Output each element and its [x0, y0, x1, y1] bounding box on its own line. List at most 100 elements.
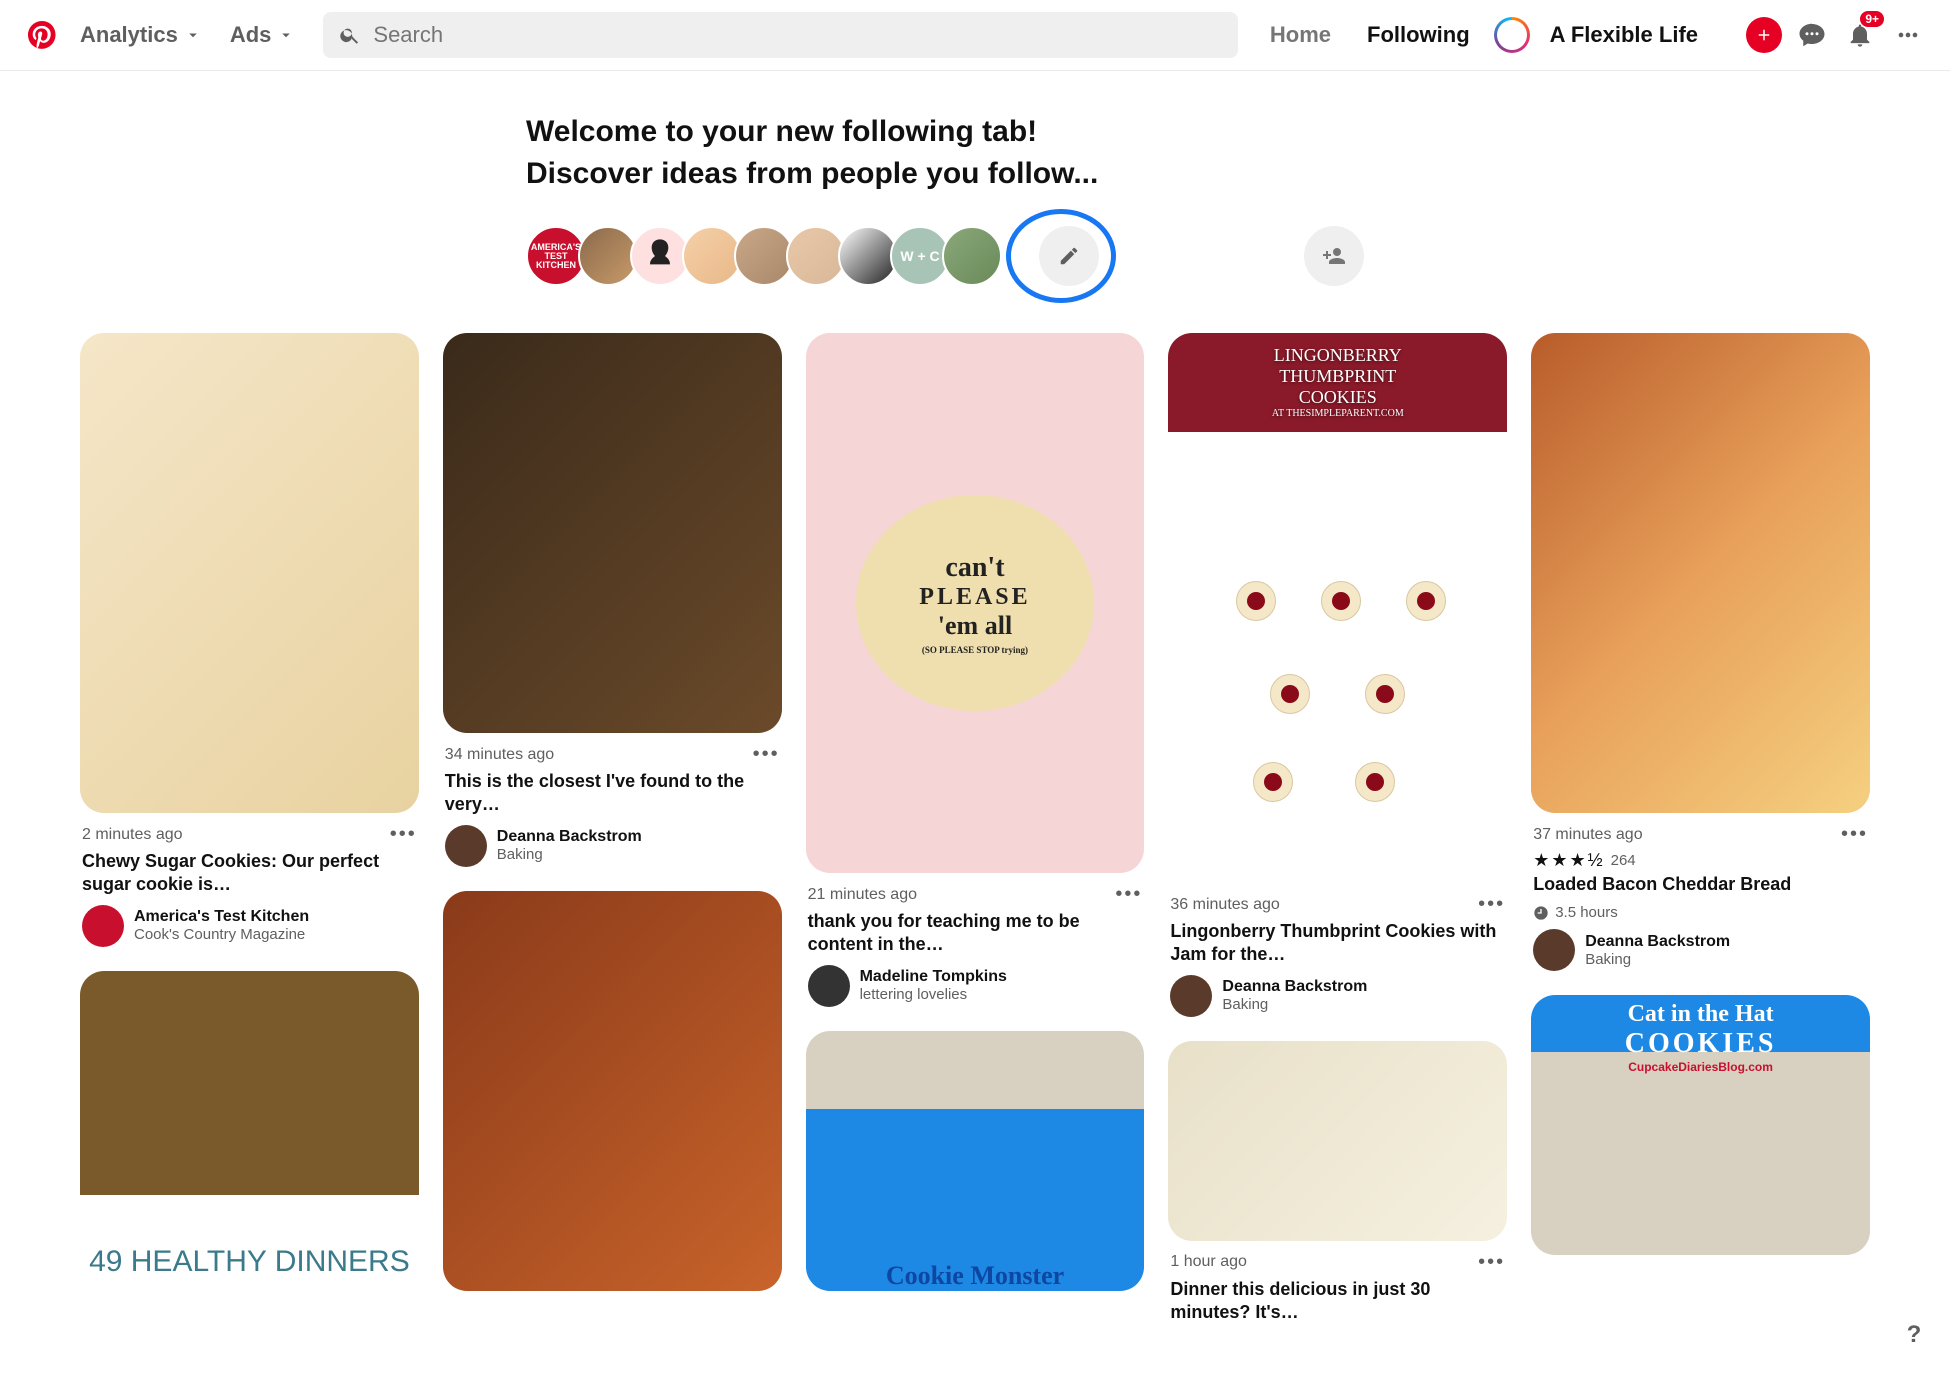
clock-icon: [1533, 905, 1549, 921]
top-header: Analytics Ads Home Following A Flexible …: [0, 0, 1950, 71]
followed-user-avatar[interactable]: AMERICA'S TEST KITCHEN: [526, 226, 586, 286]
following-avatars-row: AMERICA'S TEST KITCHEN W + C: [526, 209, 1424, 303]
help-button[interactable]: ?: [1894, 1315, 1934, 1355]
notification-badge: 9+: [1860, 11, 1884, 27]
pin-image: 49 HEALTHY DINNERS: [80, 971, 419, 1291]
followed-user-avatar[interactable]: [682, 226, 742, 286]
user-avatar[interactable]: [1494, 17, 1530, 53]
search-input[interactable]: [373, 22, 1222, 48]
edit-following-button[interactable]: [1039, 226, 1099, 286]
quote-line: can't: [945, 552, 1004, 584]
pin-image: can't PLEASE 'em all (SO PLEASE STOP try…: [806, 333, 1145, 873]
author-avatar: [82, 905, 124, 947]
pin-more-button[interactable]: •••: [1478, 1251, 1505, 1274]
pin-overlay-text: Cookie Monster: [806, 1261, 1145, 1291]
pin-image: [1531, 333, 1870, 813]
pin-author[interactable]: Madeline Tompkins lettering lovelies: [808, 965, 1145, 1007]
pin-overlay-text: COOKIES: [1180, 387, 1495, 408]
notifications-button[interactable]: 9+: [1842, 17, 1878, 53]
pin-card[interactable]: [443, 891, 782, 1291]
following-avatars: AMERICA'S TEST KITCHEN W + C: [526, 226, 994, 286]
rating-stars: ★★★½: [1533, 850, 1604, 871]
add-pin-button[interactable]: [1746, 17, 1782, 53]
pin-overlay-text: CupcakeDiariesBlog.com: [1537, 1060, 1864, 1074]
pin-more-button[interactable]: •••: [1478, 893, 1505, 916]
followed-user-avatar[interactable]: [734, 226, 794, 286]
ads-menu[interactable]: Ads: [222, 12, 304, 58]
add-follow-button[interactable]: [1304, 226, 1364, 286]
pin-author[interactable]: America's Test Kitchen Cook's Country Ma…: [82, 905, 419, 947]
welcome-heading-1: Welcome to your new following tab!: [526, 111, 1424, 153]
pin-time: 21 minutes ago: [808, 886, 917, 904]
pin-overlay-text: COOKIES: [1537, 1028, 1864, 1060]
pin-image: LINGONBERRY THUMBPRINT COOKIES AT THESIM…: [1168, 333, 1507, 883]
pin-image: [1168, 1041, 1507, 1241]
author-board: Baking: [1222, 996, 1367, 1013]
followed-user-avatar[interactable]: W + C: [890, 226, 950, 286]
pin-image: [443, 891, 782, 1291]
pin-card[interactable]: 34 minutes ago ••• This is the closest I…: [443, 333, 782, 867]
pin-overlay-text: LINGONBERRY: [1180, 345, 1495, 366]
author-avatar: [445, 825, 487, 867]
home-link[interactable]: Home: [1258, 12, 1343, 58]
pin-time: 2 minutes ago: [82, 826, 183, 844]
pin-time: 36 minutes ago: [1170, 896, 1279, 914]
pin-card[interactable]: 2 minutes ago ••• Chewy Sugar Cookies: O…: [80, 333, 419, 947]
quote-line: PLEASE: [919, 584, 1030, 611]
followed-user-avatar[interactable]: [578, 226, 638, 286]
pin-author[interactable]: Deanna Backstrom Baking: [1170, 975, 1507, 1017]
ads-label: Ads: [230, 22, 272, 48]
author-avatar: [808, 965, 850, 1007]
pin-card[interactable]: Cookie Monster: [806, 1031, 1145, 1291]
analytics-menu[interactable]: Analytics: [72, 12, 210, 58]
search-bar[interactable]: [323, 12, 1238, 58]
pin-overlay-text: AT THESIMPLEPARENT.COM: [1180, 408, 1495, 419]
pin-card[interactable]: Cat in the Hat COOKIES CupcakeDiariesBlo…: [1531, 995, 1870, 1255]
followed-user-avatar[interactable]: [786, 226, 846, 286]
author-name: Madeline Tompkins: [860, 968, 1007, 986]
pin-more-button[interactable]: •••: [390, 823, 417, 846]
pin-card[interactable]: LINGONBERRY THUMBPRINT COOKIES AT THESIM…: [1168, 333, 1507, 1017]
pin-card[interactable]: 49 HEALTHY DINNERS: [80, 971, 419, 1291]
pin-more-button[interactable]: •••: [1841, 823, 1868, 846]
pin-author[interactable]: Deanna Backstrom Baking: [445, 825, 782, 867]
welcome-section: Welcome to your new following tab! Disco…: [510, 111, 1440, 303]
welcome-heading-2: Discover ideas from people you follow...: [526, 153, 1424, 195]
followed-user-avatar[interactable]: [942, 226, 1002, 286]
author-name: America's Test Kitchen: [134, 908, 309, 926]
pin-title: thank you for teaching me to be content …: [808, 910, 1143, 957]
rating-count: 264: [1611, 852, 1636, 869]
user-name-link[interactable]: A Flexible Life: [1542, 22, 1714, 48]
followed-user-avatar[interactable]: [838, 226, 898, 286]
pin-image: [80, 333, 419, 813]
person-plus-icon: [1322, 244, 1346, 268]
pin-image: [443, 333, 782, 733]
more-menu-button[interactable]: [1890, 17, 1926, 53]
messages-button[interactable]: [1794, 17, 1830, 53]
pin-title: This is the closest I've found to the ve…: [445, 770, 780, 817]
quote-subline: (SO PLEASE STOP trying): [922, 645, 1028, 655]
author-avatar: [1170, 975, 1212, 1017]
pinterest-logo[interactable]: [24, 17, 60, 53]
pin-title: Chewy Sugar Cookies: Our perfect sugar c…: [82, 850, 417, 897]
pin-more-button[interactable]: •••: [753, 743, 780, 766]
pin-time: 1 hour ago: [1170, 1253, 1247, 1271]
pin-card[interactable]: can't PLEASE 'em all (SO PLEASE STOP try…: [806, 333, 1145, 1007]
pin-image: Cat in the Hat COOKIES CupcakeDiariesBlo…: [1531, 995, 1870, 1255]
followed-user-avatar[interactable]: [630, 226, 690, 286]
chevron-down-icon: [184, 26, 202, 44]
following-link[interactable]: Following: [1355, 12, 1482, 58]
quote-line: 'em all: [938, 611, 1012, 641]
duration: 3.5 hours: [1555, 904, 1618, 921]
pin-author[interactable]: Deanna Backstrom Baking: [1533, 929, 1870, 971]
pin-feed: 2 minutes ago ••• Chewy Sugar Cookies: O…: [0, 333, 1950, 1397]
pin-more-button[interactable]: •••: [1115, 883, 1142, 906]
pin-card[interactable]: 1 hour ago ••• Dinner this delicious in …: [1168, 1041, 1507, 1333]
author-name: Deanna Backstrom: [1585, 933, 1730, 951]
pin-title: Lingonberry Thumbprint Cookies with Jam …: [1170, 920, 1505, 967]
pin-card[interactable]: 37 minutes ago ••• ★★★½ 264 Loaded Bacon…: [1531, 333, 1870, 971]
pin-overlay-text: Cat in the Hat: [1537, 1001, 1864, 1028]
pencil-icon: [1058, 245, 1080, 267]
search-icon: [339, 24, 361, 46]
chevron-down-icon: [277, 26, 295, 44]
